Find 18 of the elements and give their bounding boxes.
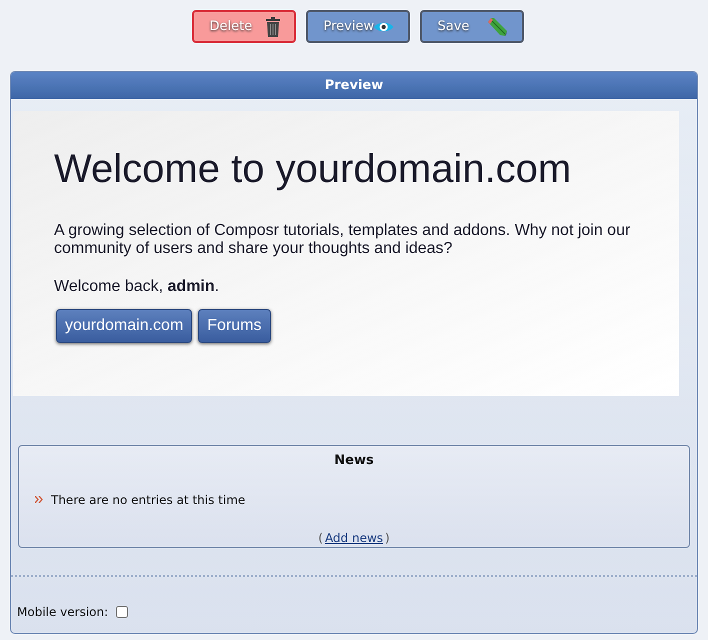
double-chevron-icon: [35, 496, 43, 503]
paren-text: (: [318, 530, 323, 546]
panel-title: Preview: [324, 76, 384, 95]
pencil-icon: [488, 16, 508, 36]
mobile-checkbox[interactable]: [116, 606, 128, 618]
paren-text: ): [385, 530, 390, 546]
mobile-label: Mobile version:: [17, 604, 108, 621]
save-button[interactable]: Save: [420, 10, 524, 43]
site-button[interactable]: yourdomain.com: [56, 309, 192, 343]
news-title: News: [334, 452, 374, 470]
preview-button[interactable]: Preview: [306, 10, 410, 43]
add-news-link[interactable]: Add news: [324, 528, 384, 546]
intro-text: A growing selection of Composr tutorials, templates and addons. Why not join our community of users and share your thoughts and ideas?: [54, 222, 632, 258]
empty-message: There are no entries at this time: [51, 492, 246, 508]
greeting-text: Welcome back, admin.: [54, 277, 220, 297]
site-button[interactable]: Forums: [198, 309, 271, 343]
trash-icon: [266, 16, 280, 36]
welcome-heading: Welcome to yourdomain.com: [54, 146, 572, 193]
